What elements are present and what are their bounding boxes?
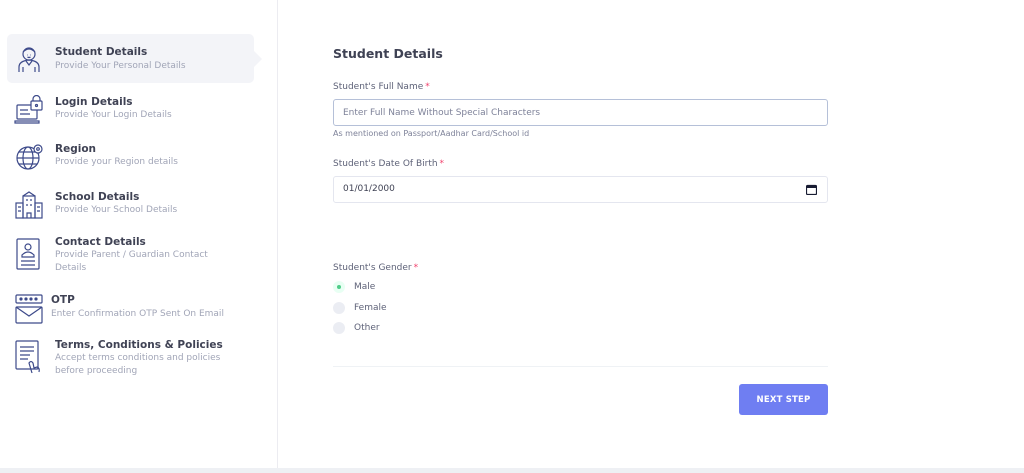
step-region[interactable]: Region Provide your Region details [7,139,254,179]
dob-input[interactable]: 01/01/2000 [333,176,828,203]
student-icon [14,43,44,73]
radio-label: Other [354,323,380,333]
page-bottom-bar [0,468,1024,473]
step-login-details[interactable]: Login Details Provide Your Login Details [7,91,254,131]
radio-button[interactable] [333,281,345,293]
step-title: Terms, Conditions & Policies [55,339,223,351]
step-school-details[interactable]: School Details Provide Your School Detai… [7,187,254,227]
otp-email-icon [14,294,44,324]
step-subtitle: Provide your Region details [55,157,178,167]
radio-label: Male [354,282,376,292]
step-title: Student Details [55,46,148,58]
dob-label: Student's Date Of Birth * [333,159,445,169]
radio-button[interactable] [333,302,345,314]
divider [333,366,828,367]
step-subtitle: Provide Your Personal Details [55,61,186,71]
form-title: Student Details [333,46,443,61]
gender-label: Student's Gender * [333,263,419,273]
dob-value: 01/01/2000 [343,184,395,194]
radio-button[interactable] [333,322,345,334]
required-mark: * [413,263,419,273]
step-subtitle: Provide Your School Details [55,205,178,215]
step-title: OTP [51,294,75,306]
step-title: Contact Details [55,236,146,248]
required-mark: * [439,159,445,169]
contact-card-icon [14,237,44,271]
step-title: School Details [55,191,140,203]
radio-label: Female [354,303,387,313]
wizard-sidebar: Student Details Provide Your Personal De… [0,0,278,468]
login-lock-icon [14,95,44,125]
step-subtitle: Accept terms conditions and policies bef… [55,353,221,376]
full-name-hint: As mentioned on Passport/Aadhar Card/Sch… [333,129,530,138]
step-contact-details[interactable]: Contact Details Provide Parent / Guardia… [7,234,254,280]
step-subtitle: Provide Your Login Details [55,110,172,120]
globe-icon [14,142,44,172]
full-name-label: Student's Full Name * [333,82,430,92]
required-mark: * [425,82,430,92]
step-student-details[interactable]: Student Details Provide Your Personal De… [7,34,262,83]
next-step-button[interactable]: NEXT STEP [739,384,828,415]
calendar-icon[interactable] [806,184,817,195]
step-subtitle: Provide Parent / Guardian Contact Detail… [55,250,208,273]
terms-document-icon [14,339,44,375]
step-otp[interactable]: OTP Enter Confirmation OTP Sent On Email [7,292,254,326]
school-building-icon [14,190,44,220]
step-title: Region [55,143,97,155]
step-subtitle: Enter Confirmation OTP Sent On Email [51,309,224,319]
step-title: Login Details [55,96,133,108]
full-name-input[interactable] [333,99,828,126]
step-terms-conditions[interactable]: Terms, Conditions & Policies Accept term… [7,337,254,383]
